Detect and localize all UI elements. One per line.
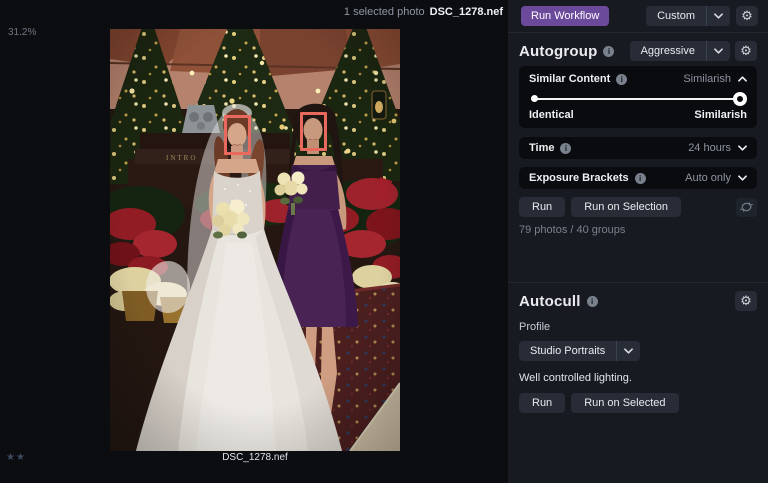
workflow-settings-gear-icon[interactable]: ⚙: [736, 6, 758, 26]
profile-value: Studio Portraits: [519, 341, 616, 361]
time-label: Time i: [529, 142, 571, 154]
selection-count-label: 1 selected photo: [344, 6, 425, 18]
selected-filename: DSC_1278.nef: [430, 6, 503, 18]
slider-track[interactable]: [531, 98, 745, 100]
face-detection-box[interactable]: [224, 115, 251, 155]
zoom-level-indicator: 31.2%: [8, 27, 36, 38]
time-value: 24 hours: [688, 142, 731, 154]
autocull-run-on-selected-button[interactable]: Run on Selected: [571, 393, 678, 413]
similar-content-card: Similar Content i Similarish: [519, 66, 757, 128]
info-icon[interactable]: i: [587, 296, 598, 307]
profile-label: Profile: [519, 321, 757, 333]
workflow-toolbar: Run Workflow Custom ⚙: [508, 0, 768, 33]
similar-content-label: Similar Content i: [529, 73, 627, 85]
app-root: 1 selected photo DSC_1278.nef 31.2%: [0, 0, 768, 483]
info-icon[interactable]: i: [616, 74, 627, 85]
workflow-preset-dropdown[interactable]: Custom: [646, 6, 730, 26]
similar-content-slider[interactable]: [531, 92, 745, 106]
autogroup-settings-gear-icon[interactable]: ⚙: [735, 41, 757, 61]
run-workflow-button[interactable]: Run Workflow: [521, 6, 609, 26]
profile-dropdown[interactable]: Studio Portraits: [519, 341, 640, 361]
photo-canvas[interactable]: INTRO: [110, 29, 400, 451]
autogroup-header: Autogroup i Aggressive ⚙: [519, 41, 757, 61]
autocull-title: Autocull: [519, 293, 581, 310]
sidebar: Run Workflow Custom ⚙ Autogroup i Aggres…: [508, 0, 768, 483]
slider-handle[interactable]: [733, 92, 747, 106]
photo-image: INTRO: [110, 29, 400, 451]
photo-caption: DSC_1278.nef: [110, 452, 400, 463]
autogroup-title: Autogroup: [519, 43, 597, 60]
autocull-run-button[interactable]: Run: [519, 393, 565, 413]
autocull-settings-gear-icon[interactable]: ⚙: [735, 291, 757, 311]
time-setting-row[interactable]: Time i 24 hours: [519, 137, 757, 159]
chevron-down-icon: [616, 341, 640, 361]
info-icon[interactable]: i: [635, 173, 646, 184]
star-rating[interactable]: ★★: [6, 452, 26, 463]
exposure-brackets-row[interactable]: Exposure Brackets i Auto only: [519, 167, 757, 189]
aggressiveness-value: Aggressive: [630, 41, 706, 61]
info-icon[interactable]: i: [603, 46, 614, 57]
profile-description: Well controlled lighting.: [519, 372, 757, 384]
viewer-topbar: 1 selected photo DSC_1278.nef: [0, 0, 508, 20]
exposure-brackets-label: Exposure Brackets i: [529, 172, 646, 184]
chevron-down-icon: [706, 41, 730, 61]
info-icon[interactable]: i: [560, 143, 571, 154]
autogroup-run-on-selection-button[interactable]: Run on Selection: [571, 197, 681, 217]
chevron-down-icon[interactable]: [738, 175, 747, 181]
photo-viewer: 1 selected photo DSC_1278.nef 31.2%: [0, 0, 508, 483]
slider-min-dot: [531, 95, 538, 102]
autogroup-run-button[interactable]: Run: [519, 197, 565, 217]
slider-min-label: Identical: [529, 109, 574, 121]
chevron-down-icon[interactable]: [738, 145, 747, 151]
exposure-brackets-value: Auto only: [685, 172, 731, 184]
slider-max-label: Similarish: [694, 109, 747, 121]
workflow-preset-value: Custom: [646, 6, 706, 26]
autogroup-stats: 79 photos / 40 groups: [519, 224, 757, 236]
chevron-down-icon: [706, 6, 730, 26]
similar-content-value: Similarish: [683, 73, 731, 85]
face-detection-box[interactable]: [300, 112, 327, 151]
sidebar-divider: [508, 282, 768, 283]
autogroup-aggressiveness-dropdown[interactable]: Aggressive: [630, 41, 730, 61]
autocull-header: Autocull i ⚙: [519, 291, 757, 311]
refresh-icon[interactable]: [736, 198, 757, 217]
chevron-up-icon[interactable]: [738, 76, 747, 82]
